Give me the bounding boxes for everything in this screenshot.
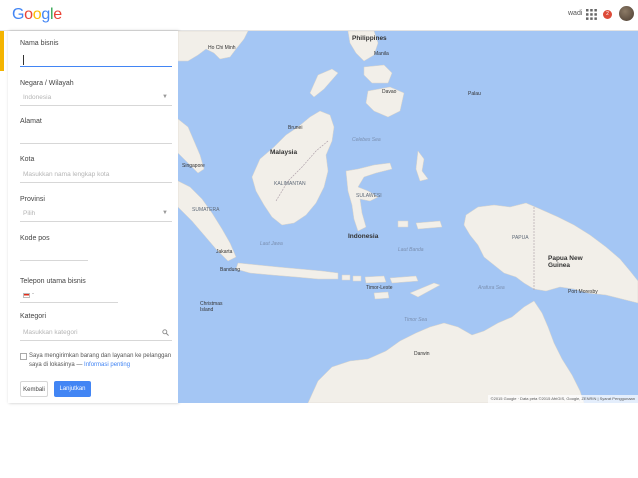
logo-letter: o — [32, 6, 42, 23]
country-label: Negara / Wilayah — [20, 80, 74, 87]
category-input[interactable] — [20, 340, 172, 341]
map-label-java-sea: Laut Jawa — [260, 241, 283, 247]
halmahera-land — [415, 150, 429, 182]
seram-land — [415, 220, 443, 230]
map-label-darwin: Darwin — [414, 351, 430, 357]
map-view[interactable]: Philippines Manila Ho Chi Minh Davao Pal… — [178, 31, 638, 403]
delivery-checkbox-text: Saya mengirimkan barang dan layanan ke p… — [29, 352, 179, 370]
category-input-placeholder[interactable]: Masukkan kategori — [23, 329, 78, 336]
logo-letter: g — [41, 6, 50, 23]
map-label-arafura-sea: Arafura Sea — [478, 285, 505, 291]
logo-letter: e — [53, 6, 62, 23]
map-label-papua: PAPUA — [512, 235, 529, 241]
map-label-christmas-island: Christmas Island — [200, 301, 223, 313]
address-input[interactable] — [20, 143, 172, 144]
city-input[interactable] — [20, 182, 172, 183]
map-label-brunei: Brunei — [288, 125, 303, 131]
top-bar: Google wadi 2 — [0, 0, 638, 31]
important-info-link[interactable]: Informasi penting — [84, 362, 130, 368]
apps-grid-icon[interactable] — [586, 9, 597, 20]
map-label-singapore: Singapore — [182, 163, 205, 169]
map-label-philippines: Philippines — [352, 35, 387, 42]
palawan-land — [309, 68, 339, 98]
map-label-bandung: Bandung — [220, 267, 241, 273]
map-label-sulawesi: SULAWESI — [356, 193, 382, 199]
country-select[interactable] — [20, 105, 172, 106]
phone-input[interactable] — [20, 302, 118, 303]
map-label-manila: Manila — [374, 51, 389, 57]
avatar[interactable] — [619, 6, 634, 21]
logo-letter: G — [12, 6, 25, 23]
lombok-land — [352, 275, 362, 282]
map-label-kalimantan: KALIMANTAN — [274, 181, 306, 187]
map-label-timor-sea: Timor Sea — [404, 317, 428, 323]
logo-letter: o — [24, 6, 33, 23]
map-label-timor-leste: Timor-Leste — [366, 285, 393, 291]
city-label: Kota — [20, 156, 35, 163]
australia-land — [307, 300, 585, 403]
bali-land — [341, 274, 351, 281]
map-label-banda-sea: Laut Banda — [398, 247, 424, 253]
user-name[interactable]: wadi — [568, 10, 582, 17]
chevron-down-icon[interactable]: ▼ — [162, 210, 168, 216]
indonesia-flag-icon[interactable] — [23, 293, 30, 298]
map-label-davao: Davao — [382, 89, 397, 95]
google-logo[interactable]: Google — [12, 6, 62, 24]
java-land — [235, 262, 339, 280]
notification-badge[interactable]: 2 — [603, 10, 612, 19]
map-label-palau: Palau — [468, 91, 481, 97]
map-label-jakarta: Jakarta — [216, 249, 233, 255]
timor-land — [409, 282, 441, 298]
phone-separator: - — [32, 291, 34, 297]
province-select[interactable] — [20, 221, 172, 222]
business-name-label: Nama bisnis — [20, 40, 59, 47]
province-select-value[interactable]: Pilih — [23, 210, 35, 217]
sumbawa-land — [364, 275, 387, 284]
continue-button[interactable]: Lanjutkan — [54, 381, 91, 397]
city-input-placeholder[interactable]: Masukkan nama lengkap kota — [23, 171, 109, 178]
map-label-png: Papua New Guinea — [548, 255, 583, 269]
map-label-malaysia: Malaysia — [270, 149, 298, 156]
sumba-land — [373, 291, 390, 300]
postal-code-input[interactable] — [20, 260, 88, 261]
address-label: Alamat — [20, 118, 42, 125]
country-select-value[interactable]: Indonesia — [23, 94, 51, 101]
delivery-checkbox[interactable] — [20, 353, 27, 360]
search-icon[interactable] — [162, 329, 169, 336]
map-label-port-moresby: Port Moresby — [568, 289, 598, 295]
visayas-land — [363, 64, 393, 84]
back-button[interactable]: Kembali — [20, 381, 48, 397]
buru-land — [397, 220, 409, 228]
postal-code-label: Kode pos — [20, 235, 50, 242]
chevron-down-icon[interactable]: ▼ — [162, 94, 168, 100]
map-label-ho-chi-minh: Ho Chi Minh — [208, 45, 236, 51]
category-label: Kategori — [20, 313, 47, 320]
text-caret — [23, 55, 24, 65]
phone-label: Telepon utama bisnis — [20, 278, 86, 285]
business-form-panel: Nama bisnis Negara / Wilayah Indonesia ▼… — [8, 31, 178, 403]
map-label-sumatra: SUMATERA — [192, 207, 220, 213]
map-attribution[interactable]: ©2015 Google · Data peta ©2015 AfriGIS, … — [487, 395, 638, 403]
province-label: Provinsi — [20, 196, 45, 203]
business-name-input[interactable] — [20, 66, 172, 67]
flores-land — [389, 275, 419, 284]
map-label-indonesia: Indonesia — [348, 233, 379, 240]
accent-strip — [0, 31, 4, 71]
map-label-celebes-sea: Celebes Sea — [352, 137, 381, 143]
map-canvas[interactable] — [178, 31, 638, 403]
app-root: Google wadi 2 Nama bisnis Negara / Wilay… — [0, 0, 638, 478]
